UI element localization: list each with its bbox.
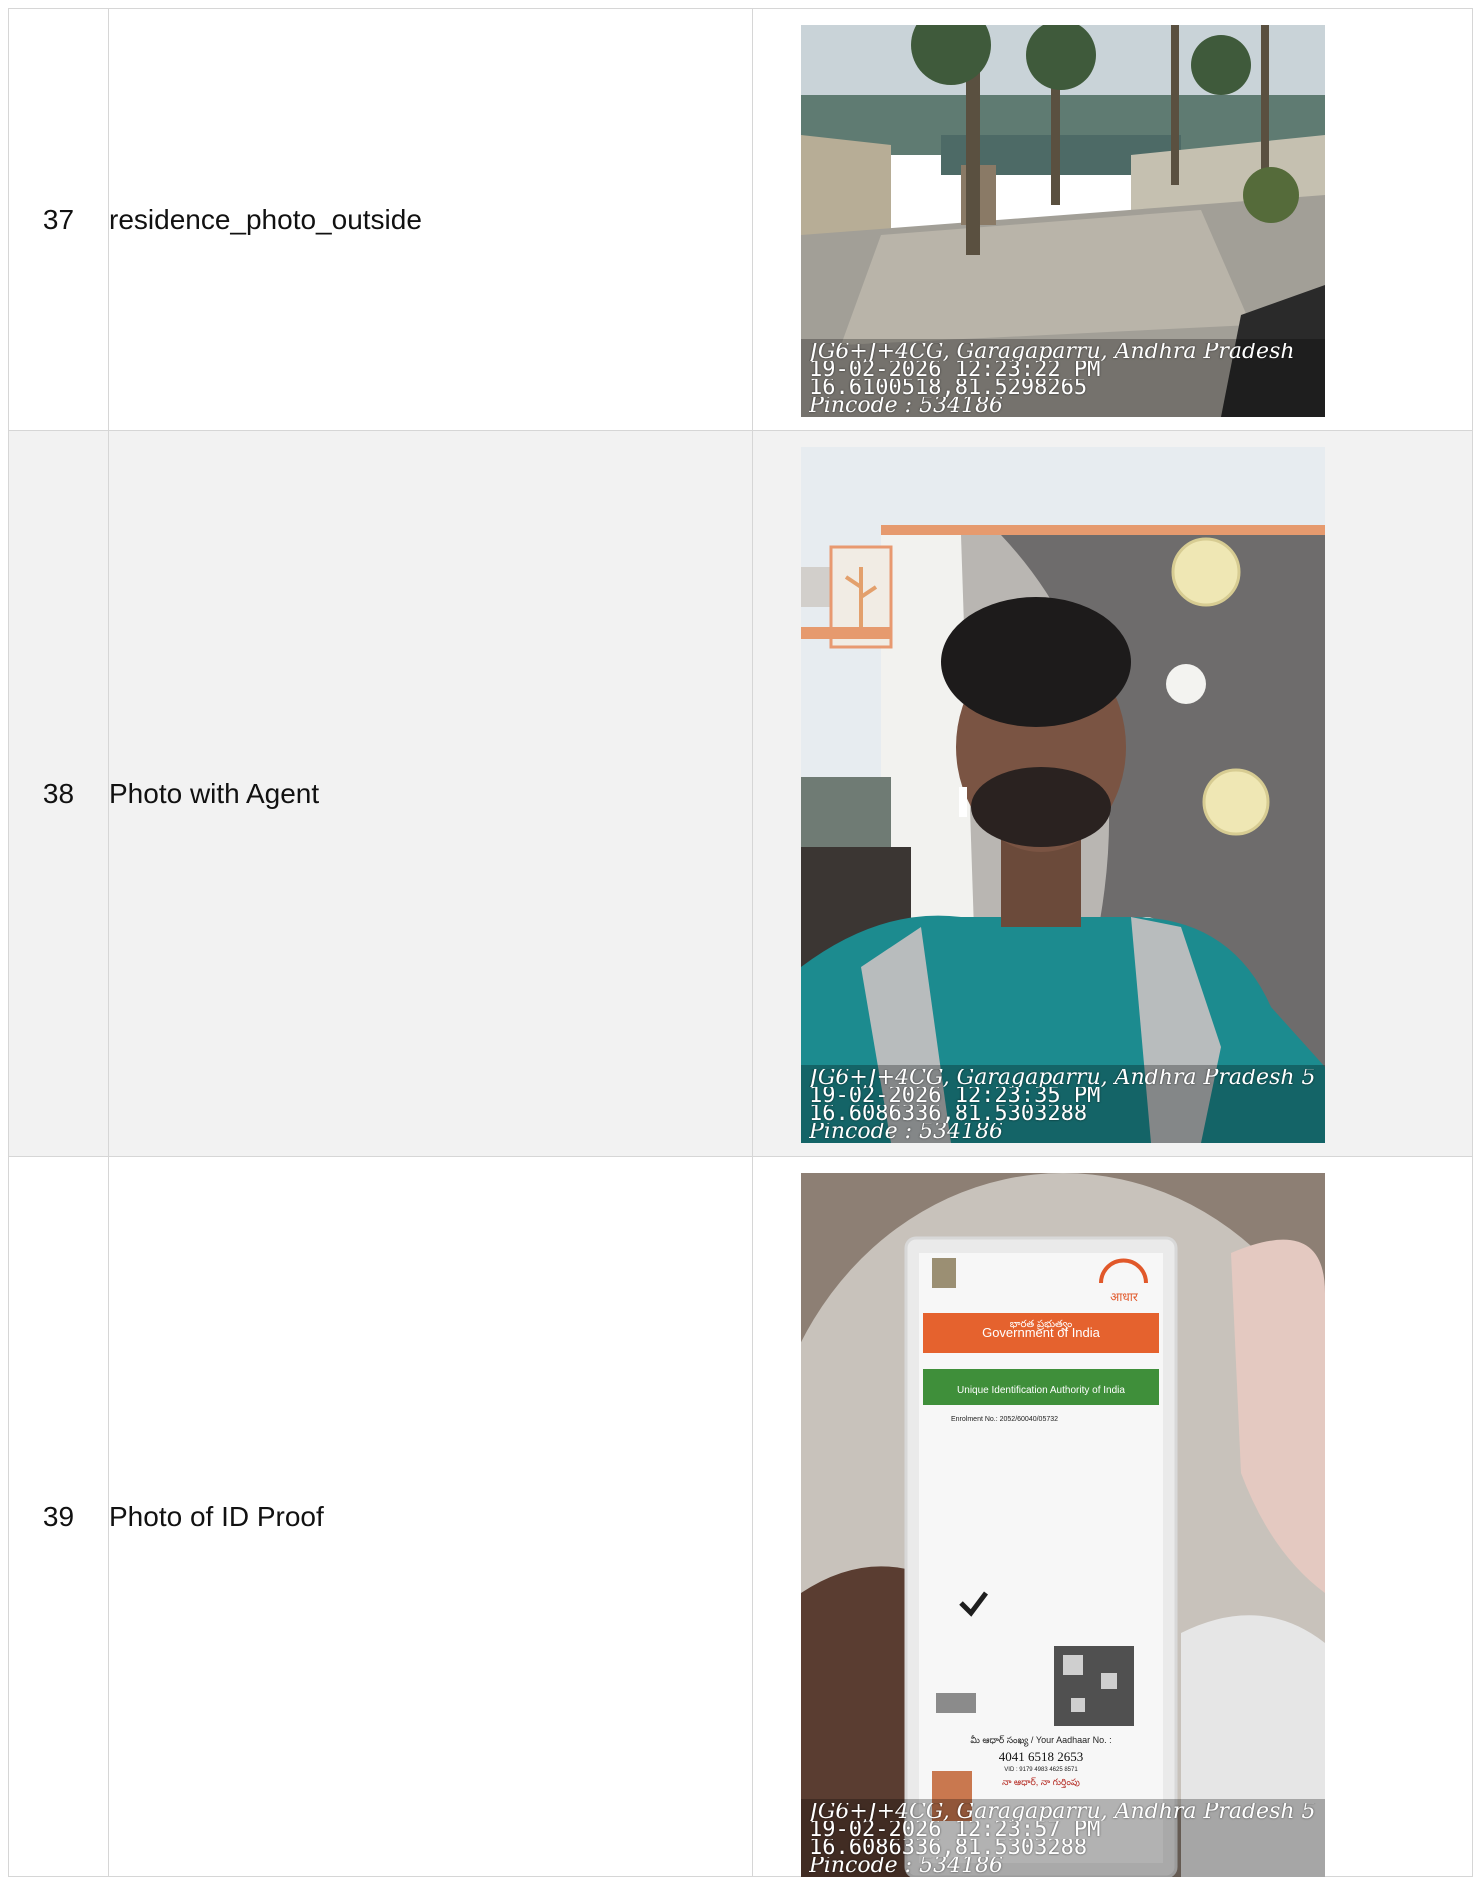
stamp-coordinates: 16.6100518,81.5298265 bbox=[809, 379, 1088, 397]
card-number: 4041 6518 2653 bbox=[999, 1749, 1084, 1764]
agent-photo-image bbox=[801, 447, 1325, 1143]
stamp-pincode: Pincode : 534186 bbox=[809, 1123, 1004, 1141]
agent-selfie-photo[interactable]: JG6+J+4CG, Garagaparru, Andhra Pradesh 5… bbox=[801, 447, 1325, 1143]
photo-stamp: JG6+J+4CG, Garagaparru, Andhra Pradesh 5… bbox=[801, 1065, 1325, 1143]
stamp-location: JG6+J+4CG, Garagaparru, Andhra Pradesh 5 bbox=[809, 1069, 1316, 1087]
photo-cell: JG6+J+4CG, Garagaparru, Andhra Pradesh 1… bbox=[752, 8, 1473, 431]
stamp-location: JG6+J+4CG, Garagaparru, Andhra Pradesh 5 bbox=[809, 1803, 1316, 1821]
photo-cell: JG6+J+4CG, Garagaparru, Andhra Pradesh 5… bbox=[752, 430, 1473, 1157]
row-label: residence_photo_outside bbox=[108, 8, 753, 431]
table-row: 38 Photo with Agent JG6+J+4CG, Garagapar… bbox=[8, 430, 1473, 1157]
row-label: Photo with Agent bbox=[108, 430, 753, 1157]
photo-cell: Government of India భారత ప్రభుత్వం Uniqu… bbox=[752, 1156, 1473, 1877]
row-label: Photo of ID Proof bbox=[108, 1156, 753, 1877]
stamp-pincode: Pincode : 534186 bbox=[809, 1857, 1004, 1875]
photo-report-table: 37 residence_photo_outside JG6+J+4CG, Ga… bbox=[8, 8, 1473, 1877]
stamp-pincode: Pincode : 534186 bbox=[809, 397, 1004, 415]
photo-stamp: JG6+J+4CG, Garagaparru, Andhra Pradesh 5… bbox=[801, 1799, 1325, 1877]
id-card-image: Government of India భారత ప్రభుత్వం Uniqu… bbox=[801, 1173, 1325, 1877]
card-brand: आधार bbox=[1110, 1290, 1139, 1304]
stamp-location: JG6+J+4CG, Garagaparru, Andhra Pradesh bbox=[809, 343, 1295, 361]
stamp-datetime: 19-02-2026 12:23:35 PM bbox=[809, 1087, 1101, 1105]
card-header-telugu: భారత ప్రభుత్వం bbox=[1010, 1319, 1072, 1331]
stamp-coordinates: 16.6086336,81.5303288 bbox=[809, 1105, 1088, 1123]
card-enrolment: Enrolment No.: 2052/60040/05732 bbox=[951, 1416, 1058, 1423]
row-number: 39 bbox=[8, 1156, 109, 1877]
table-row: 37 residence_photo_outside JG6+J+4CG, Ga… bbox=[8, 8, 1473, 431]
stamp-datetime: 19-02-2026 12:23:57 PM bbox=[809, 1821, 1101, 1839]
card-tagline: నా ఆధార్, నా గుర్తింపు bbox=[1002, 1777, 1080, 1788]
table-row: 39 Photo of ID Proof Government of India… bbox=[8, 1156, 1473, 1877]
stamp-datetime: 19-02-2026 12:23:22 PM bbox=[809, 361, 1101, 379]
card-authority: Unique Identification Authority of India bbox=[957, 1385, 1125, 1396]
row-number: 38 bbox=[8, 430, 109, 1157]
stamp-coordinates: 16.6086336,81.5303288 bbox=[809, 1839, 1088, 1857]
id-proof-photo[interactable]: Government of India భారత ప్రభుత్వం Uniqu… bbox=[801, 1173, 1325, 1877]
card-vid: VID : 9179 4983 4625 8571 bbox=[1004, 1767, 1078, 1773]
residence-outside-photo[interactable]: JG6+J+4CG, Garagaparru, Andhra Pradesh 1… bbox=[801, 25, 1325, 417]
photo-stamp: JG6+J+4CG, Garagaparru, Andhra Pradesh 1… bbox=[801, 339, 1325, 417]
row-number: 37 bbox=[8, 8, 109, 431]
